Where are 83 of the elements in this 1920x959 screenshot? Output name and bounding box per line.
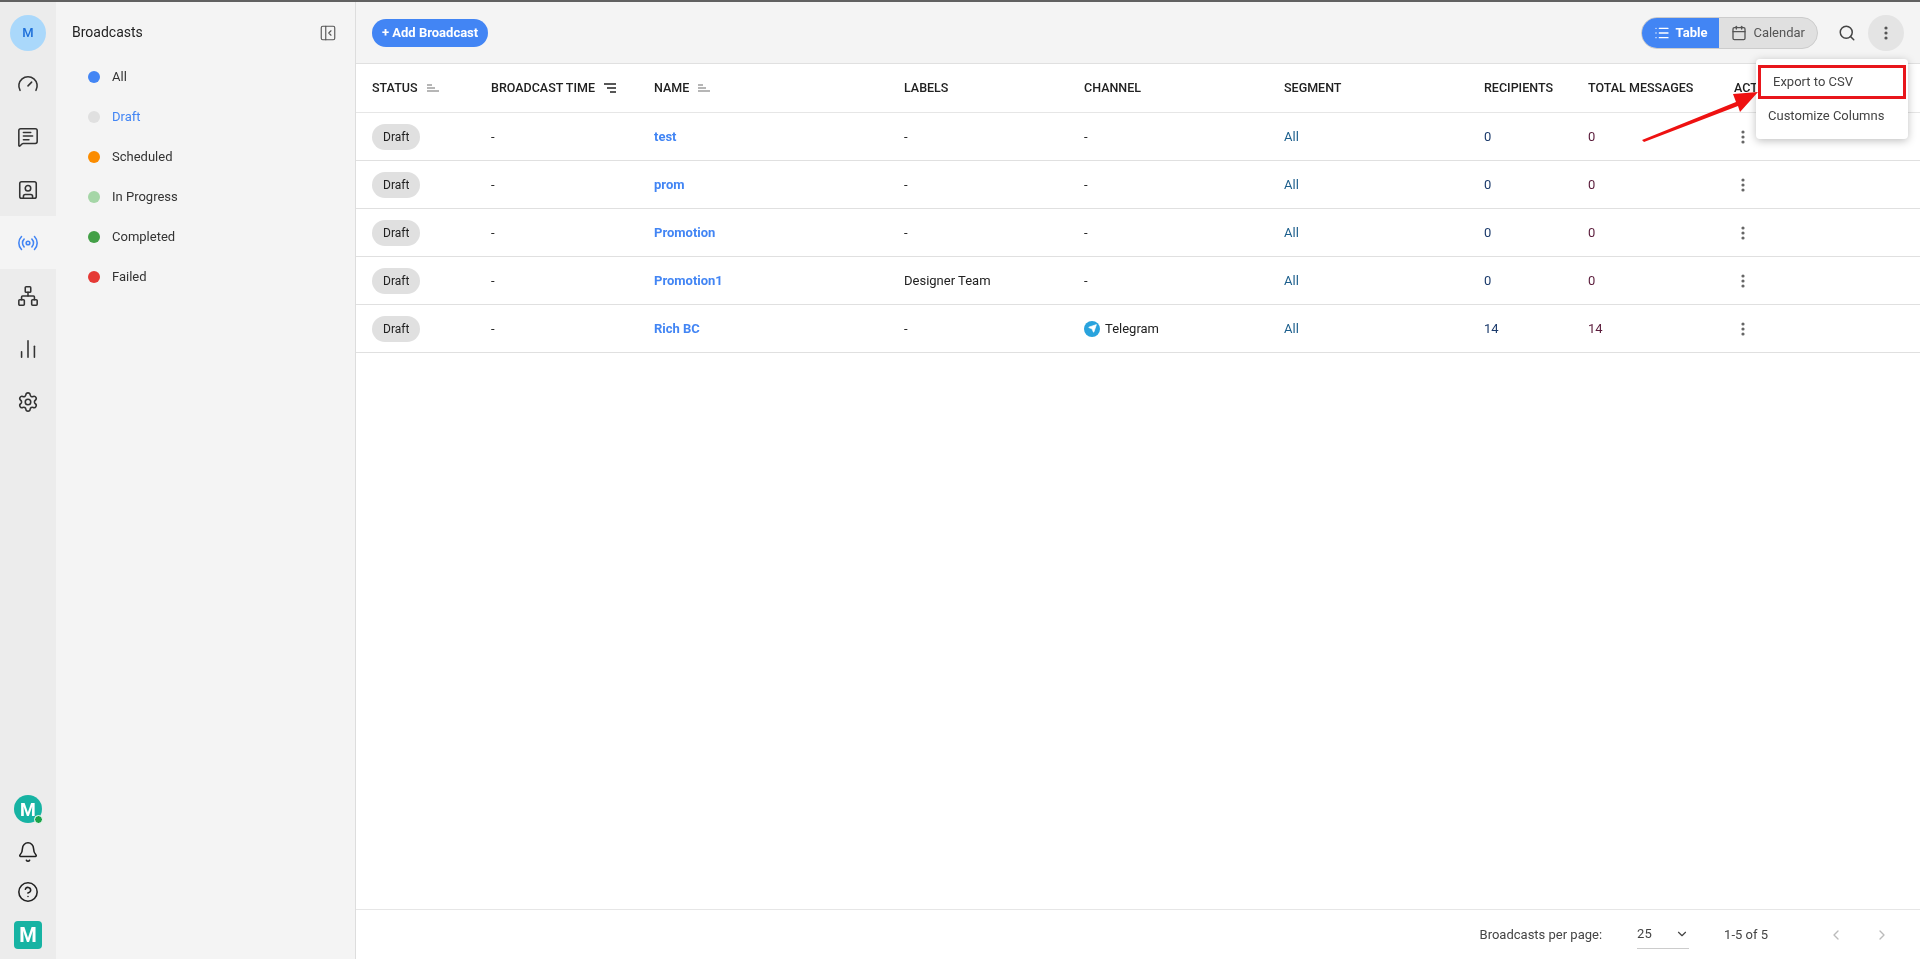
table-cell: - — [491, 320, 495, 336]
hierarchy-icon — [17, 284, 39, 307]
collapse-sidebar-icon[interactable] — [319, 23, 337, 42]
segment-link[interactable]: All — [1284, 176, 1299, 192]
table-cell: - — [491, 272, 495, 288]
segment-link[interactable]: All — [1284, 320, 1299, 336]
page-range: 1-5 of 5 — [1724, 925, 1768, 944]
table-cell: 0 — [1484, 176, 1492, 192]
segment-link[interactable]: All — [1284, 224, 1299, 240]
segment-link[interactable]: All — [1284, 272, 1299, 288]
row-actions-icon[interactable] — [1741, 129, 1745, 144]
sidebar-title: Broadcasts — [72, 23, 143, 42]
calendar-icon — [1731, 24, 1748, 41]
more-options-icon — [1884, 25, 1888, 40]
broadcast-name-link[interactable]: Promotion — [654, 224, 716, 240]
column-header: CHANNEL — [1084, 78, 1141, 97]
per-page-label: Broadcasts per page: — [1479, 925, 1603, 944]
status-badge: Draft — [372, 315, 421, 342]
column-header: ACT — [1734, 78, 1758, 97]
view-tab[interactable]: Calendar — [1719, 17, 1817, 48]
search-icon[interactable] — [1838, 23, 1856, 42]
column-header: TOTAL MESSAGES — [1588, 78, 1694, 97]
broadcast-name-link[interactable]: Promotion1 — [654, 272, 723, 288]
chat-icon — [17, 125, 39, 148]
row-actions-icon[interactable] — [1741, 321, 1745, 336]
table-cell: 0 — [1484, 224, 1492, 240]
row-actions-icon[interactable] — [1741, 273, 1745, 288]
view-tab[interactable]: Table — [1641, 17, 1720, 48]
table-cell: - — [904, 224, 908, 240]
broadcast-name-link[interactable]: test — [654, 128, 677, 144]
table-row[interactable]: Draft - prom - - All 0 0 — [356, 161, 1920, 209]
per-page-select[interactable]: 25 — [1637, 920, 1690, 949]
segment-link[interactable]: All — [1284, 128, 1299, 144]
table-cell: - — [904, 320, 908, 336]
status-filter-item[interactable]: In Progress — [56, 177, 355, 217]
table-cell-text: - — [1084, 127, 1088, 146]
column-header: RECIPIENTS — [1484, 78, 1553, 97]
status-badge: Draft — [372, 219, 421, 246]
column-header: BROADCAST TIME — [491, 78, 595, 97]
column-header: NAME — [654, 78, 690, 97]
table-cell-text: - — [1084, 175, 1088, 194]
contact-card-icon — [17, 178, 39, 201]
brand-logo: M — [14, 921, 42, 949]
table-cell: 14 — [1588, 320, 1603, 336]
table-cell: 0 — [1588, 224, 1596, 240]
status-badge: Draft — [372, 123, 421, 150]
settings-icon — [17, 390, 39, 413]
column-header: STATUS — [372, 78, 418, 97]
sort-icon[interactable] — [603, 83, 617, 93]
status-badge: Draft — [372, 171, 421, 198]
menu-item[interactable]: Export to CSV — [1758, 65, 1906, 99]
table-cell: 0 — [1588, 272, 1596, 288]
table-cell: Designer Team — [904, 272, 991, 288]
table-cell-text: - — [1084, 223, 1088, 242]
table-row[interactable]: Draft - Promotion - - All 0 0 — [356, 209, 1920, 257]
table-cell: 0 — [1484, 128, 1492, 144]
broadcast-name-link[interactable]: prom — [654, 176, 685, 192]
column-header: LABELS — [904, 78, 949, 97]
table-cell: 0 — [1484, 272, 1492, 288]
table-cell: - — [904, 176, 908, 192]
table-cell: 0 — [1588, 176, 1596, 192]
notification-bell-icon[interactable] — [17, 841, 39, 863]
status-badge: Draft — [372, 267, 421, 294]
status-filter-item[interactable]: All — [56, 57, 355, 97]
status-filter-item[interactable]: Completed — [56, 217, 355, 257]
help-icon[interactable] — [17, 881, 39, 903]
table-cell: - — [491, 128, 495, 144]
broadcast-name-link[interactable]: Rich BC — [654, 320, 700, 336]
table-row[interactable]: Draft - Rich BC - Telegram All 14 14 — [356, 305, 1920, 353]
column-header: SEGMENT — [1284, 78, 1342, 97]
table-row[interactable]: Draft - Promotion1 Designer Team - All 0 0 — [356, 257, 1920, 305]
table-cell: 0 — [1588, 128, 1596, 144]
table-cell: - — [904, 128, 908, 144]
table-cell: - — [491, 176, 495, 192]
row-actions-icon[interactable] — [1741, 225, 1745, 240]
table-cell-text: Telegram — [1105, 319, 1159, 338]
table-cell-text: - — [1084, 271, 1088, 290]
status-filter-item[interactable]: Failed — [56, 257, 355, 297]
table-cell: 14 — [1484, 320, 1499, 336]
status-filter-item[interactable]: Scheduled — [56, 137, 355, 177]
add-broadcast-button[interactable]: + Add Broadcast — [372, 18, 489, 47]
table-cell: - — [491, 224, 495, 240]
row-actions-icon[interactable] — [1741, 177, 1745, 192]
